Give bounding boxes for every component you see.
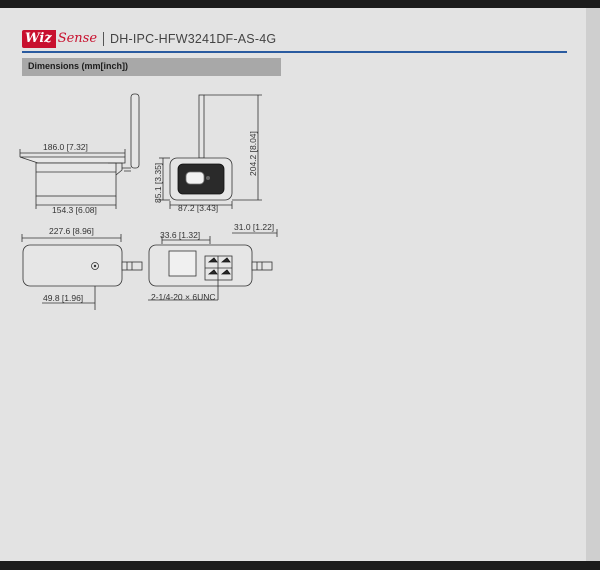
front-view-camera <box>159 94 262 209</box>
dim-label-thread: 2-1/4-20 × 6UNC <box>151 292 216 302</box>
dim-label-227: 227.6 [8.96] <box>49 226 94 236</box>
dim-label-154: 154.3 [6.08] <box>52 205 97 215</box>
dim-label-85: 85.1 [3.35] <box>153 163 163 203</box>
bottom-dark-band <box>0 561 600 570</box>
dim-label-87: 87.2 [3.43] <box>178 203 218 213</box>
dim-label-186: 186.0 [7.32] <box>43 142 88 152</box>
dim-label-204: 204.2 [8.04] <box>248 131 258 176</box>
dim-label-33: 33.6 [1.32] <box>160 230 200 240</box>
dim-label-31: 31.0 [1.22] <box>234 222 274 232</box>
dim-label-49: 49.8 [1.96] <box>43 293 83 303</box>
dimension-drawing: 186.0 [7.32] 154.3 [6.08] 85.1 [3.35] 87… <box>19 93 278 310</box>
